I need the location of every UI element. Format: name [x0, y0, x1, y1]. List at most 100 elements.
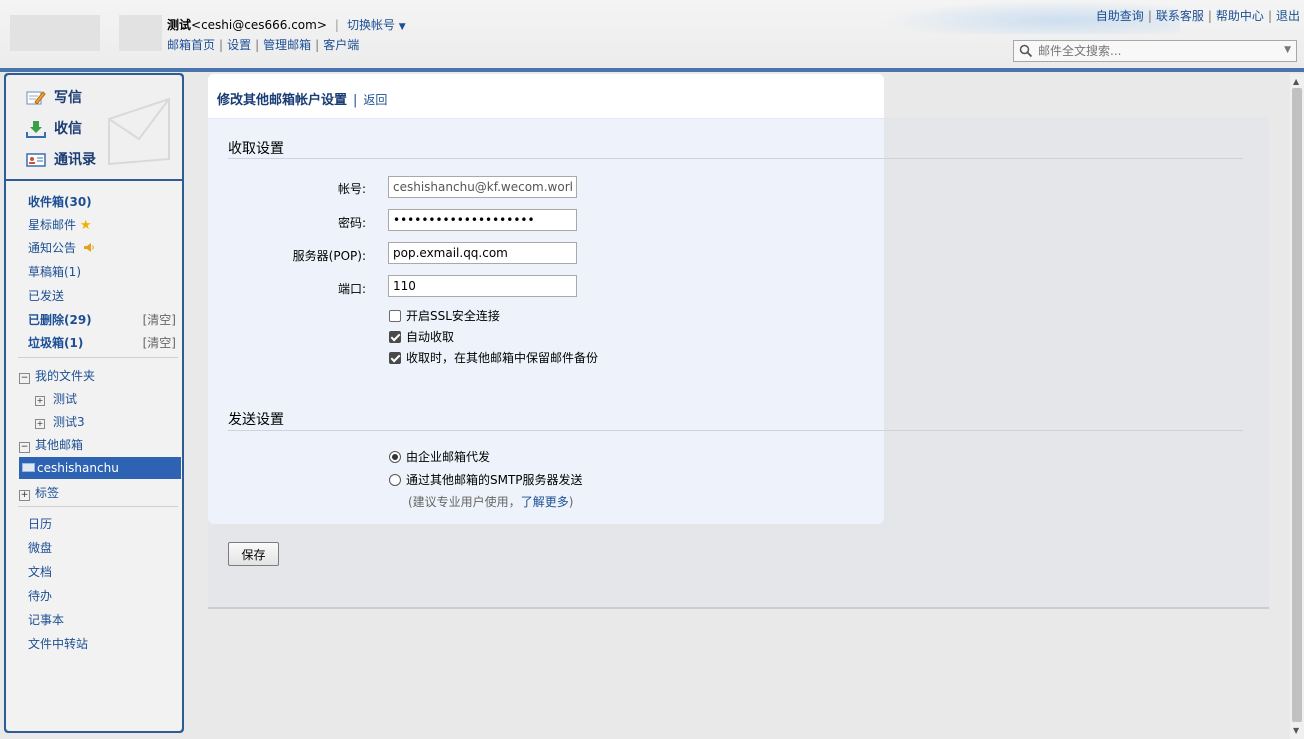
contacts-button[interactable]: 通讯录: [26, 149, 96, 169]
page-title-text: 修改其他邮箱帐户设置: [217, 93, 348, 108]
star-icon: ★: [79, 218, 92, 233]
radio-label: 由企业邮箱代发: [406, 450, 491, 464]
save-button[interactable]: 保存: [228, 542, 279, 566]
back-link[interactable]: 返回: [363, 93, 387, 107]
inbox-download-icon: [26, 121, 46, 138]
search-icon: [1019, 44, 1033, 58]
folder-inbox[interactable]: 收件箱(30): [28, 193, 92, 210]
keep-backup-checkbox[interactable]: 收取时，在其他邮箱中保留邮件备份: [389, 349, 598, 366]
expand-icon: +: [35, 419, 45, 429]
sidebar: 写信 收信 通讯录 收件箱(30) 星标邮件 ★ 通知公告 草稿箱(1) 已发送…: [4, 73, 184, 733]
collapse-icon: −: [19, 373, 30, 384]
account-line: 测试<ceshi@ces666.com> | 切换帐号 ▼: [167, 16, 406, 33]
auto-receive-checkbox[interactable]: 自动收取: [389, 328, 454, 345]
tool-docs[interactable]: 文档: [28, 563, 52, 580]
tool-calendar[interactable]: 日历: [28, 515, 52, 532]
radio-selected-icon: [389, 451, 401, 463]
scroll-up-icon[interactable]: ▲: [1293, 77, 1299, 86]
divider: [18, 357, 178, 358]
nav-mail-home[interactable]: 邮箱首页: [167, 38, 215, 52]
ssl-checkbox[interactable]: 开启SSL安全连接: [389, 307, 500, 324]
self-service-link[interactable]: 自助查询: [1096, 9, 1144, 23]
divider: [18, 506, 178, 507]
other-account-label: ceshishanchu: [37, 461, 119, 475]
folder-drafts[interactable]: 草稿箱(1): [28, 263, 81, 280]
folder-spam[interactable]: 垃圾箱(1): [28, 334, 83, 351]
account-label: 帐号:: [337, 182, 366, 196]
account-field[interactable]: [388, 176, 577, 198]
separator: |: [255, 38, 260, 52]
starred-label: 星标邮件: [28, 218, 77, 232]
clear-deleted-button[interactable]: [清空]: [143, 311, 176, 328]
page-scrollbar[interactable]: ▲ ▼: [1290, 74, 1304, 739]
tags-toggle[interactable]: + 标签: [19, 484, 59, 501]
section-divider: [228, 430, 1243, 431]
password-field[interactable]: [388, 209, 577, 231]
separator: |: [315, 38, 320, 52]
envelope-watermark-icon: [108, 97, 170, 166]
search-input[interactable]: [1038, 43, 1278, 59]
account-email: <ceshi@ces666.com>: [191, 18, 327, 32]
folder-list: 收件箱(30) 星标邮件 ★ 通知公告 草稿箱(1) 已发送 已删除(29) […: [6, 181, 182, 731]
folder-custom-1[interactable]: + 测试: [35, 390, 77, 407]
notice-label: 通知公告: [28, 241, 77, 255]
nav-settings[interactable]: 设置: [227, 38, 251, 52]
other-mailboxes-toggle[interactable]: − 其他邮箱: [19, 436, 83, 453]
hint-text: ): [568, 495, 574, 509]
folder-starred[interactable]: 星标邮件 ★: [28, 216, 92, 233]
chevron-down-icon[interactable]: ▼: [1284, 45, 1291, 55]
clear-spam-button[interactable]: [清空]: [143, 334, 176, 351]
folder-label: 测试: [53, 392, 78, 406]
tool-todo[interactable]: 待办: [28, 587, 52, 604]
help-center-link[interactable]: 帮助中心: [1216, 9, 1264, 23]
sidebar-actions: 写信 收信 通讯录: [6, 75, 182, 179]
separator: |: [219, 38, 224, 52]
port-field[interactable]: [388, 275, 577, 297]
server-label: 服务器(POP):: [292, 249, 366, 263]
folder-custom-2[interactable]: + 测试3: [35, 413, 85, 430]
send-via-enterprise-radio[interactable]: 由企业邮箱代发: [389, 448, 490, 465]
compose-button[interactable]: 写信: [26, 87, 82, 107]
nav-manage-mailbox[interactable]: 管理邮箱: [263, 38, 311, 52]
tool-notes[interactable]: 记事本: [28, 611, 64, 628]
separator: |: [334, 18, 339, 32]
smtp-hint: (建议专业用户使用，了解更多): [408, 493, 573, 510]
compose-label: 写信: [54, 90, 82, 106]
send-via-smtp-radio[interactable]: 通过其他邮箱的SMTP服务器发送: [389, 471, 583, 488]
scroll-down-icon[interactable]: ▼: [1293, 726, 1299, 735]
password-label: 密码:: [337, 216, 366, 230]
switch-account-label: 切换帐号: [346, 18, 395, 32]
expand-icon: +: [35, 396, 45, 406]
mail-search-box[interactable]: ▼: [1013, 40, 1297, 62]
logout-link[interactable]: 退出: [1276, 9, 1300, 23]
collapse-icon: −: [19, 442, 30, 453]
other-account-item[interactable]: ceshishanchu: [19, 457, 181, 479]
checkbox-label: 开启SSL安全连接: [406, 309, 500, 323]
separator: |: [1207, 9, 1212, 23]
tool-disk[interactable]: 微盘: [28, 539, 52, 556]
server-field[interactable]: [388, 242, 577, 264]
expand-icon: +: [19, 490, 30, 501]
learn-more-link[interactable]: 了解更多: [521, 495, 569, 509]
radio-label: 通过其他邮箱的SMTP服务器发送: [406, 473, 583, 487]
hint-text: (建议专业用户使用，: [408, 495, 521, 509]
folder-notice[interactable]: 通知公告: [28, 239, 95, 256]
company-logo: [10, 15, 100, 51]
my-folders-toggle[interactable]: − 我的文件夹: [19, 367, 95, 384]
checkbox-label: 收取时，在其他邮箱中保留邮件备份: [406, 351, 599, 365]
folder-sent[interactable]: 已发送: [28, 287, 64, 304]
separator: |: [1267, 9, 1272, 23]
tool-file-transfer[interactable]: 文件中转站: [28, 635, 88, 652]
send-section-title: 发送设置: [228, 412, 284, 428]
settings-panel: 修改其他邮箱帐户设置 | 返回 收取设置 帐号: 密码: 服务器(POP): 端口:…: [208, 74, 1243, 524]
folder-deleted[interactable]: 已删除(29): [28, 311, 92, 328]
nav-client[interactable]: 客户端: [323, 38, 359, 52]
contact-support-link[interactable]: 联系客服: [1156, 9, 1204, 23]
separator: |: [1147, 9, 1152, 23]
tags-label: 标签: [35, 486, 60, 500]
top-header: 测试<ceshi@ces666.com> | 切换帐号 ▼ 邮箱首页 | 设置 | 管理邮箱…: [0, 0, 1304, 68]
scrollbar-thumb[interactable]: [1292, 88, 1302, 722]
receive-button[interactable]: 收信: [26, 118, 82, 138]
page-title: 修改其他邮箱帐户设置 | 返回: [217, 89, 387, 108]
switch-account-link[interactable]: 切换帐号 ▼: [347, 18, 406, 32]
